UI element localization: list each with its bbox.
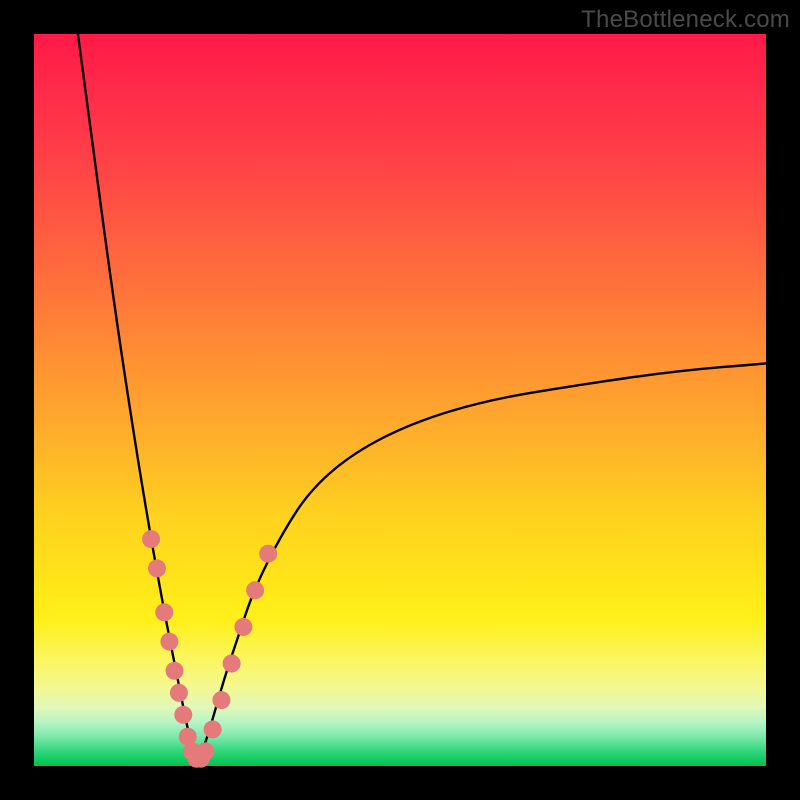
bead-marker — [155, 603, 173, 621]
bead-marker — [223, 655, 241, 673]
chart-overlay — [34, 34, 766, 766]
bead-marker — [142, 530, 160, 548]
bead-marker — [148, 559, 166, 577]
bead-group — [142, 530, 277, 768]
chart-frame: TheBottleneck.com — [0, 0, 800, 800]
bead-marker — [174, 706, 192, 724]
bead-marker — [234, 618, 252, 636]
plot-area — [34, 34, 766, 766]
bead-marker — [196, 742, 214, 760]
bead-marker — [259, 545, 277, 563]
bead-marker — [212, 691, 230, 709]
bead-marker — [166, 662, 184, 680]
bottleneck-curve — [78, 34, 766, 756]
bead-marker — [246, 581, 264, 599]
bead-marker — [204, 720, 222, 738]
bead-marker — [170, 684, 188, 702]
watermark-text: TheBottleneck.com — [581, 6, 790, 34]
bead-marker — [160, 633, 178, 651]
